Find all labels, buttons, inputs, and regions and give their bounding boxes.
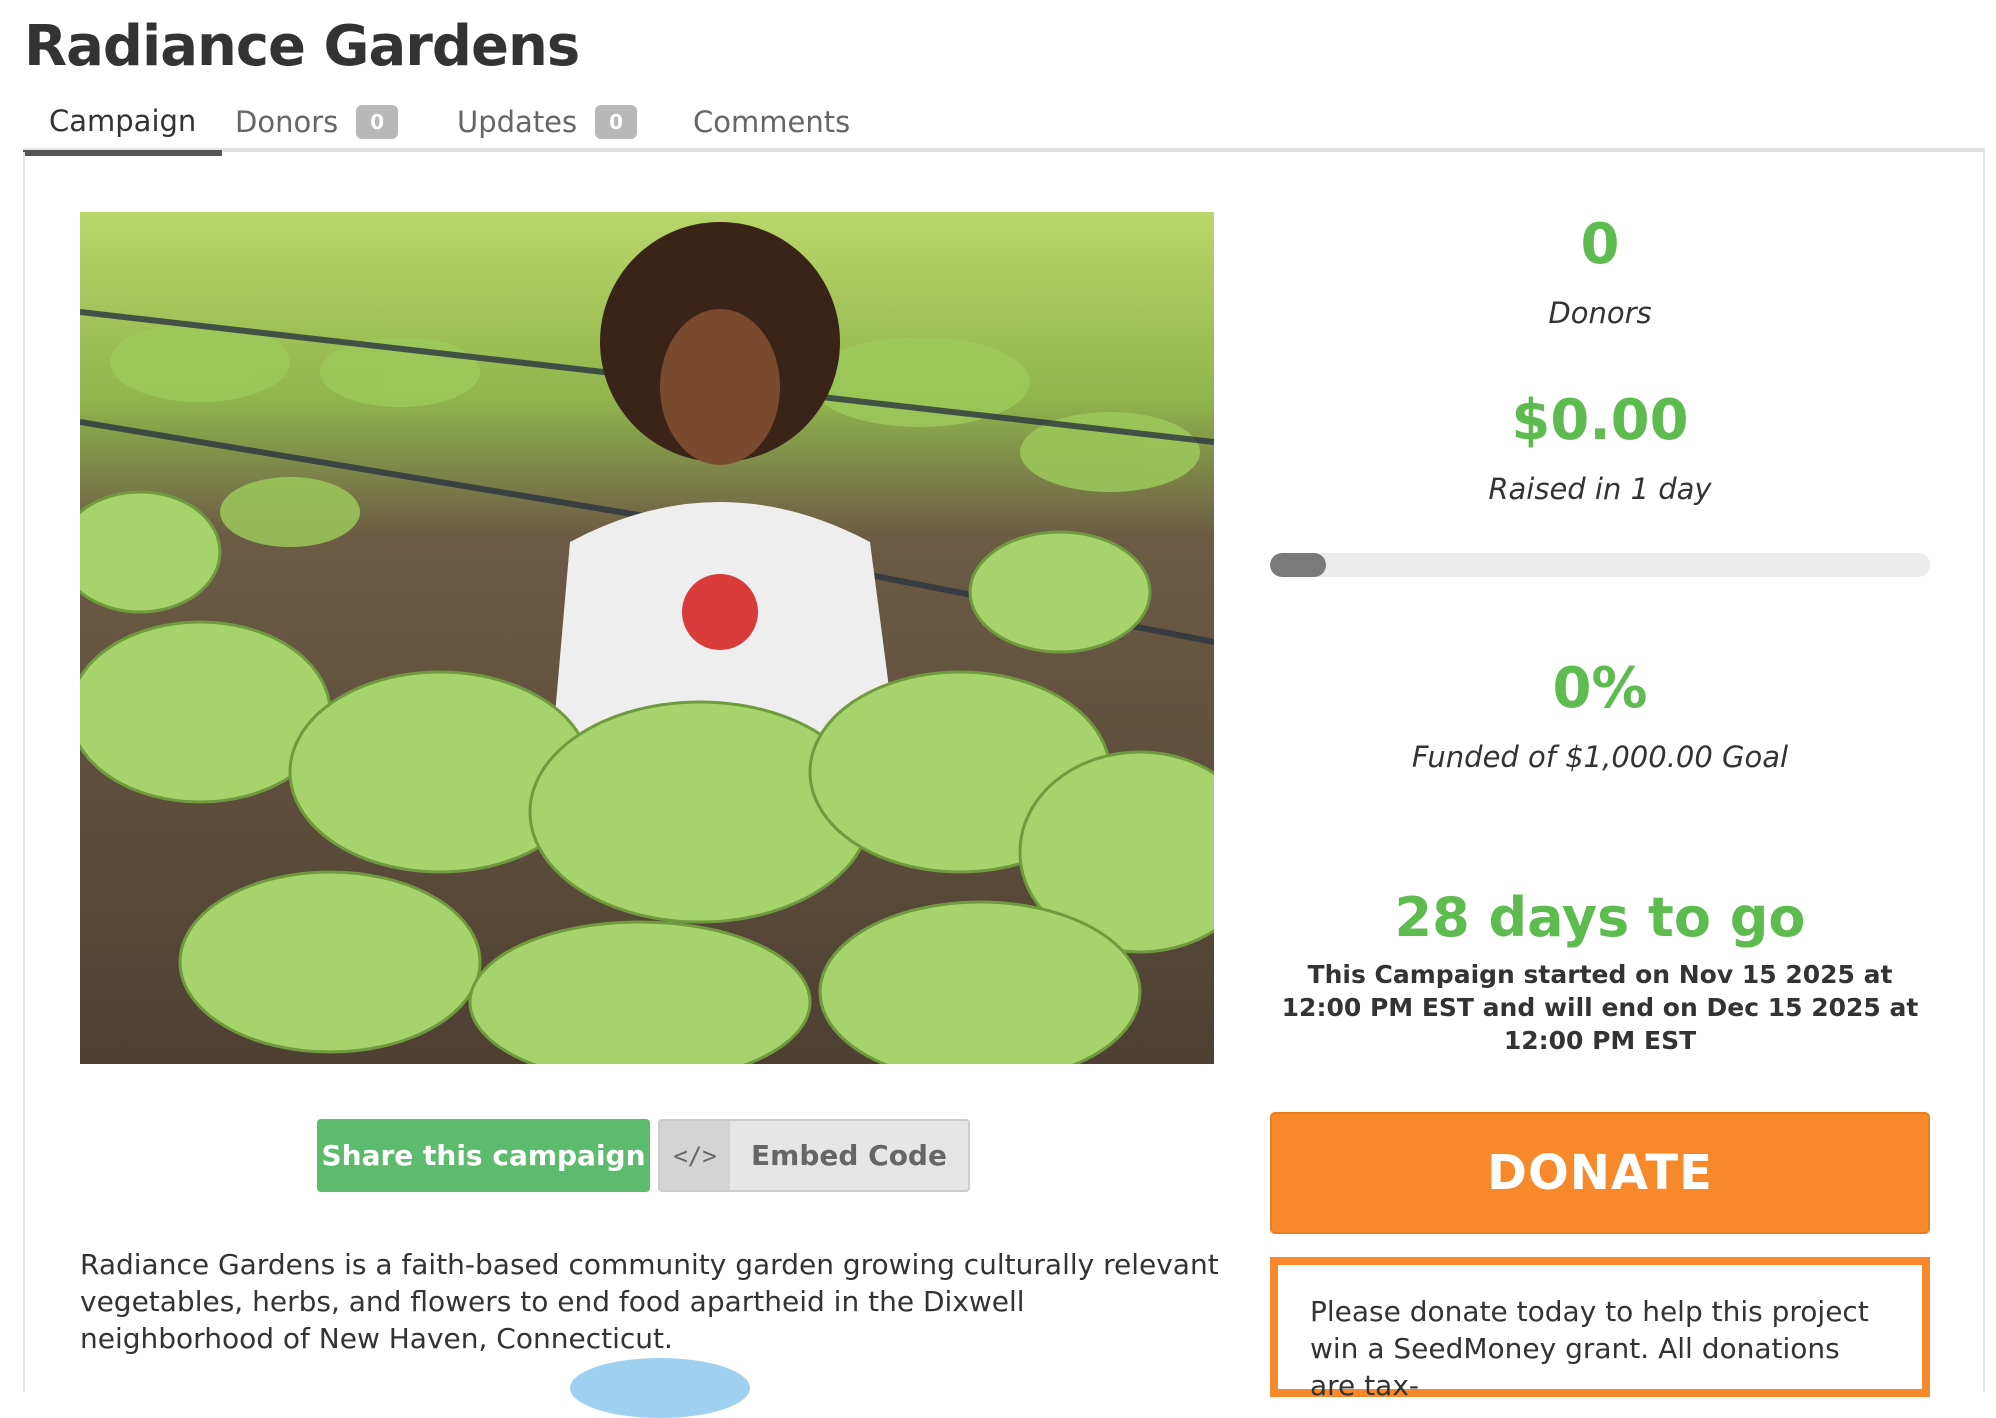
donor-count-label: Donors — [1548, 296, 1652, 330]
tab-label: Comments — [693, 105, 851, 139]
embed-code-button[interactable]: </> Embed Code — [658, 1119, 970, 1192]
amount-raised: $0.00 — [1511, 388, 1689, 453]
count-badge: 0 — [595, 105, 638, 139]
campaign-dates: This Campaign started on Nov 15 2025 at … — [1281, 960, 1919, 1055]
code-icon: </> — [660, 1121, 730, 1190]
days-remaining: 28 days to go — [1394, 886, 1806, 949]
tab-campaign[interactable]: Campaign — [23, 92, 223, 156]
decorative-graphic — [570, 1358, 750, 1418]
tab-label: Updates — [457, 105, 578, 139]
amount-raised-label: Raised in 1 day — [1488, 472, 1712, 506]
donate-button[interactable]: DONATE — [1270, 1112, 1930, 1234]
campaign-photo — [80, 212, 1214, 1064]
tab-bar: Campaign Donors 0 Updates 0 Comments — [23, 92, 1985, 156]
funding-progress-bar — [1270, 553, 1930, 577]
campaign-description: Radiance Gardens is a faith-based commun… — [80, 1248, 1219, 1355]
donor-count: 0 — [1580, 212, 1620, 277]
share-campaign-button[interactable]: Share this campaign — [317, 1119, 650, 1192]
embed-code-label: Embed Code — [751, 1139, 947, 1172]
tab-comments[interactable]: Comments — [667, 92, 876, 152]
page-title: Radiance Gardens — [24, 14, 580, 79]
count-badge: 0 — [356, 105, 399, 139]
funding-progress-fill — [1270, 553, 1326, 577]
tab-label: Donors — [235, 105, 339, 139]
donation-promo: Please donate today to help this project… — [1270, 1257, 1930, 1402]
tab-updates[interactable]: Updates 0 — [431, 92, 663, 152]
percent-funded: 0% — [1552, 656, 1648, 721]
percent-funded-label: Funded of $1,000.00 Goal — [1411, 740, 1789, 774]
tab-label: Campaign — [49, 104, 197, 138]
tab-donors[interactable]: Donors 0 — [209, 92, 424, 152]
